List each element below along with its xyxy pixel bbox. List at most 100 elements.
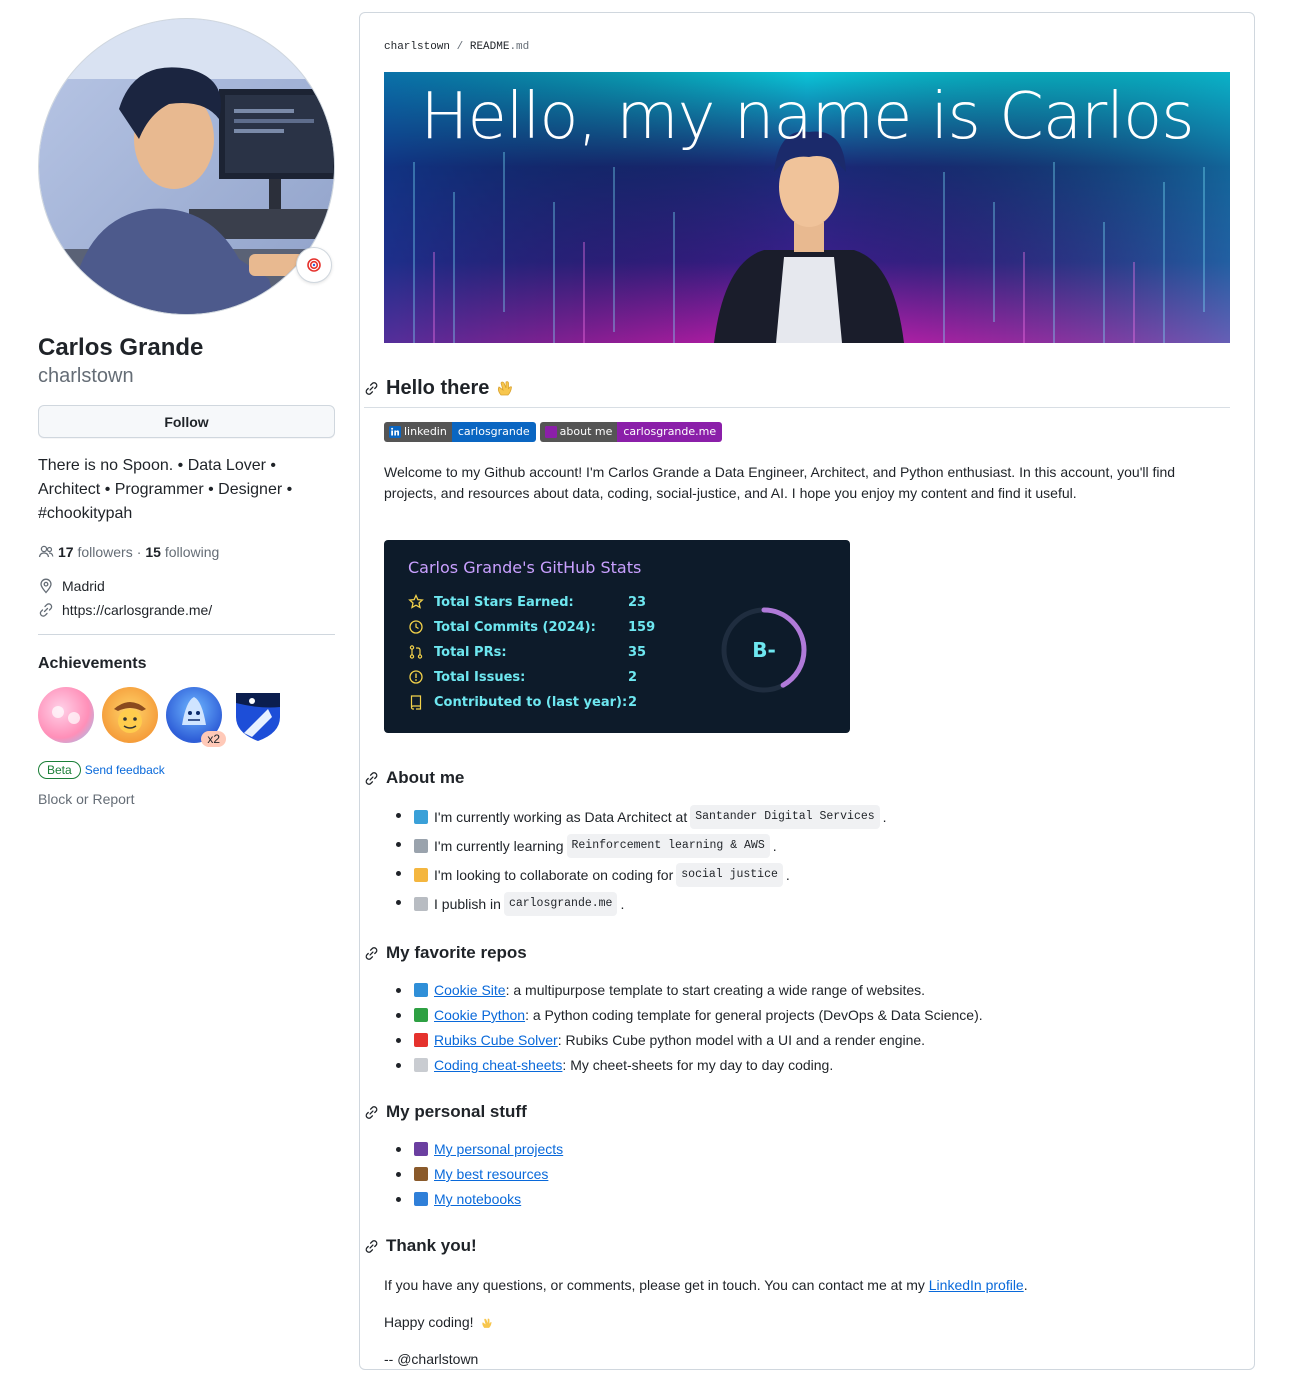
readme-content: Hello there linkedin carlosgrande about … [364,373,1230,1370]
personal-link[interactable]: My best resources [434,1164,548,1184]
follow-button[interactable]: Follow [38,405,335,438]
about-code: social justice [676,863,783,887]
anchor-link-icon[interactable] [364,1105,380,1120]
stat-label: Contributed to (last year): [434,694,628,710]
stat-value: 23 [628,594,647,610]
followers-link[interactable]: 17 followers [58,544,133,560]
notebook-icon [414,1192,428,1206]
happy-coding: Happy coding! [384,1312,1230,1333]
hello-heading: Hello there [364,373,1230,408]
about-code: carlosgrande.me [503,892,618,916]
about-heading: About me [364,763,1230,793]
repo-desc: : My cheet-sheets for my day to day codi… [562,1057,834,1073]
repo-link[interactable]: Rubiks Cube Solver [434,1030,558,1050]
stat-label: Total Issues: [434,669,526,685]
block-report-link[interactable]: Block or Report [38,791,335,807]
yolo-glyph-icon [52,706,80,724]
grade-ring: B- [720,606,808,694]
personal-item: My notebooks [384,1189,1230,1209]
repo-item: Cookie Site: a multipurpose template to … [384,980,1230,1000]
location-icon [40,578,52,594]
breadcrumb-separator: / [456,41,464,53]
stat-row-commits: Total Commits (2024): 159 [408,619,655,635]
linkedin-icon [389,426,401,438]
thanks-text: If you have any questions, or comments, … [384,1275,1230,1296]
stats-title: Carlos Grande's GitHub Stats [408,558,642,577]
stat-value: 35 [628,644,647,660]
following-link[interactable]: 15 following [145,544,219,560]
quickdraw-badge-icon[interactable] [102,687,158,743]
stat-row-contributed: Contributed to (last year): 2 [408,694,637,710]
repo-link[interactable]: Coding cheat-sheets [434,1055,562,1075]
desktop-icon [414,983,428,997]
personal-item: My personal projects [384,1139,1230,1159]
victory-hand-icon [414,868,428,882]
separator: · [136,544,142,560]
python-icon [414,1008,428,1022]
avatar-container [38,18,335,315]
repos-list: Cookie Site: a multipurpose template to … [384,980,1230,1075]
anchor-link-icon[interactable] [364,381,380,396]
anchor-link-icon[interactable] [364,771,380,786]
repo-link[interactable]: Cookie Python [434,1005,525,1025]
people-icon [38,545,54,558]
anchor-link-icon[interactable] [364,1239,380,1254]
arctic-badge-icon[interactable] [230,687,286,743]
pull-shark-badge-icon[interactable]: x2 [166,687,226,747]
about-code: Santander Digital Services [690,805,880,829]
location-item: Madrid [38,578,335,594]
link-icon [39,603,53,617]
about-text: I'm looking to collaborate on coding for [434,867,674,883]
breadcrumb-file[interactable]: README [470,41,510,53]
readme-breadcrumb: charlstown / README.md [384,41,529,53]
repo-item: Cookie Python: a Python coding template … [384,1005,1230,1025]
repos-heading: My favorite repos [364,938,1230,968]
about-code: Reinforcement learning & AWS [566,834,770,858]
thanks-heading-text: Thank you! [386,1236,477,1255]
profile-username: charlstown [38,365,134,387]
repo-desc: : Rubiks Cube python model with a UI and… [557,1032,926,1048]
linkedin-shield[interactable]: linkedin carlosgrande [384,422,536,442]
hand-icon [481,1318,492,1328]
aboutme-shield[interactable]: about me carlosgrande.me [539,422,723,442]
shield-left: about me [539,422,618,442]
website-link[interactable]: https://carlosgrande.me/ [62,602,212,618]
personal-link[interactable]: My personal projects [434,1139,563,1159]
cowboy-glyph-icon [114,702,146,733]
laptop-icon [414,810,428,824]
stat-value: 2 [628,694,638,710]
following-count: 15 [145,544,161,560]
stat-label: Total Stars Earned: [434,594,574,610]
about-suffix: . [785,867,790,883]
repo-link[interactable]: Cookie Site [434,980,506,1000]
books-icon [414,1167,428,1181]
personal-link[interactable]: My notebooks [434,1189,521,1209]
about-item-learning: I'm currently learning Reinforcement lear… [384,834,1230,858]
status-button[interactable] [296,247,332,283]
yolo-badge-icon[interactable] [38,687,94,743]
shield-badges: linkedin carlosgrande about me carlosgra… [384,422,1230,442]
personal-list: My personal projects My best resources M… [384,1139,1230,1209]
shield-left-label: linkedin [404,425,447,438]
welcome-text: Welcome to my Github account! I'm Carlos… [384,464,1176,501]
readme-banner: Hello, my name is Carlos [384,72,1230,343]
breadcrumb-extension: .md [509,41,530,53]
history-icon [408,619,426,635]
stat-row-issues: Total Issues: 2 [408,669,637,685]
linkedin-profile-link[interactable]: LinkedIn profile [929,1277,1024,1293]
personal-heading-text: My personal stuff [386,1102,527,1121]
anchor-link-icon[interactable] [364,946,380,961]
send-feedback-link[interactable]: Send feedback [85,763,165,777]
keyboard-icon [414,1058,428,1072]
newspaper-icon [414,897,428,911]
avatar[interactable] [38,18,335,315]
badge-multiplier: x2 [201,731,226,747]
personal-heading: My personal stuff [364,1097,1230,1127]
pull-request-icon [408,644,426,660]
shield-right-label: carlosgrande [451,422,536,442]
followers-label: followers [77,544,133,560]
breadcrumb-user[interactable]: charlstown [384,41,450,53]
happy-text: Happy coding! [384,1314,474,1330]
about-text: I'm currently learning [434,838,564,854]
microscope-icon [414,839,428,853]
